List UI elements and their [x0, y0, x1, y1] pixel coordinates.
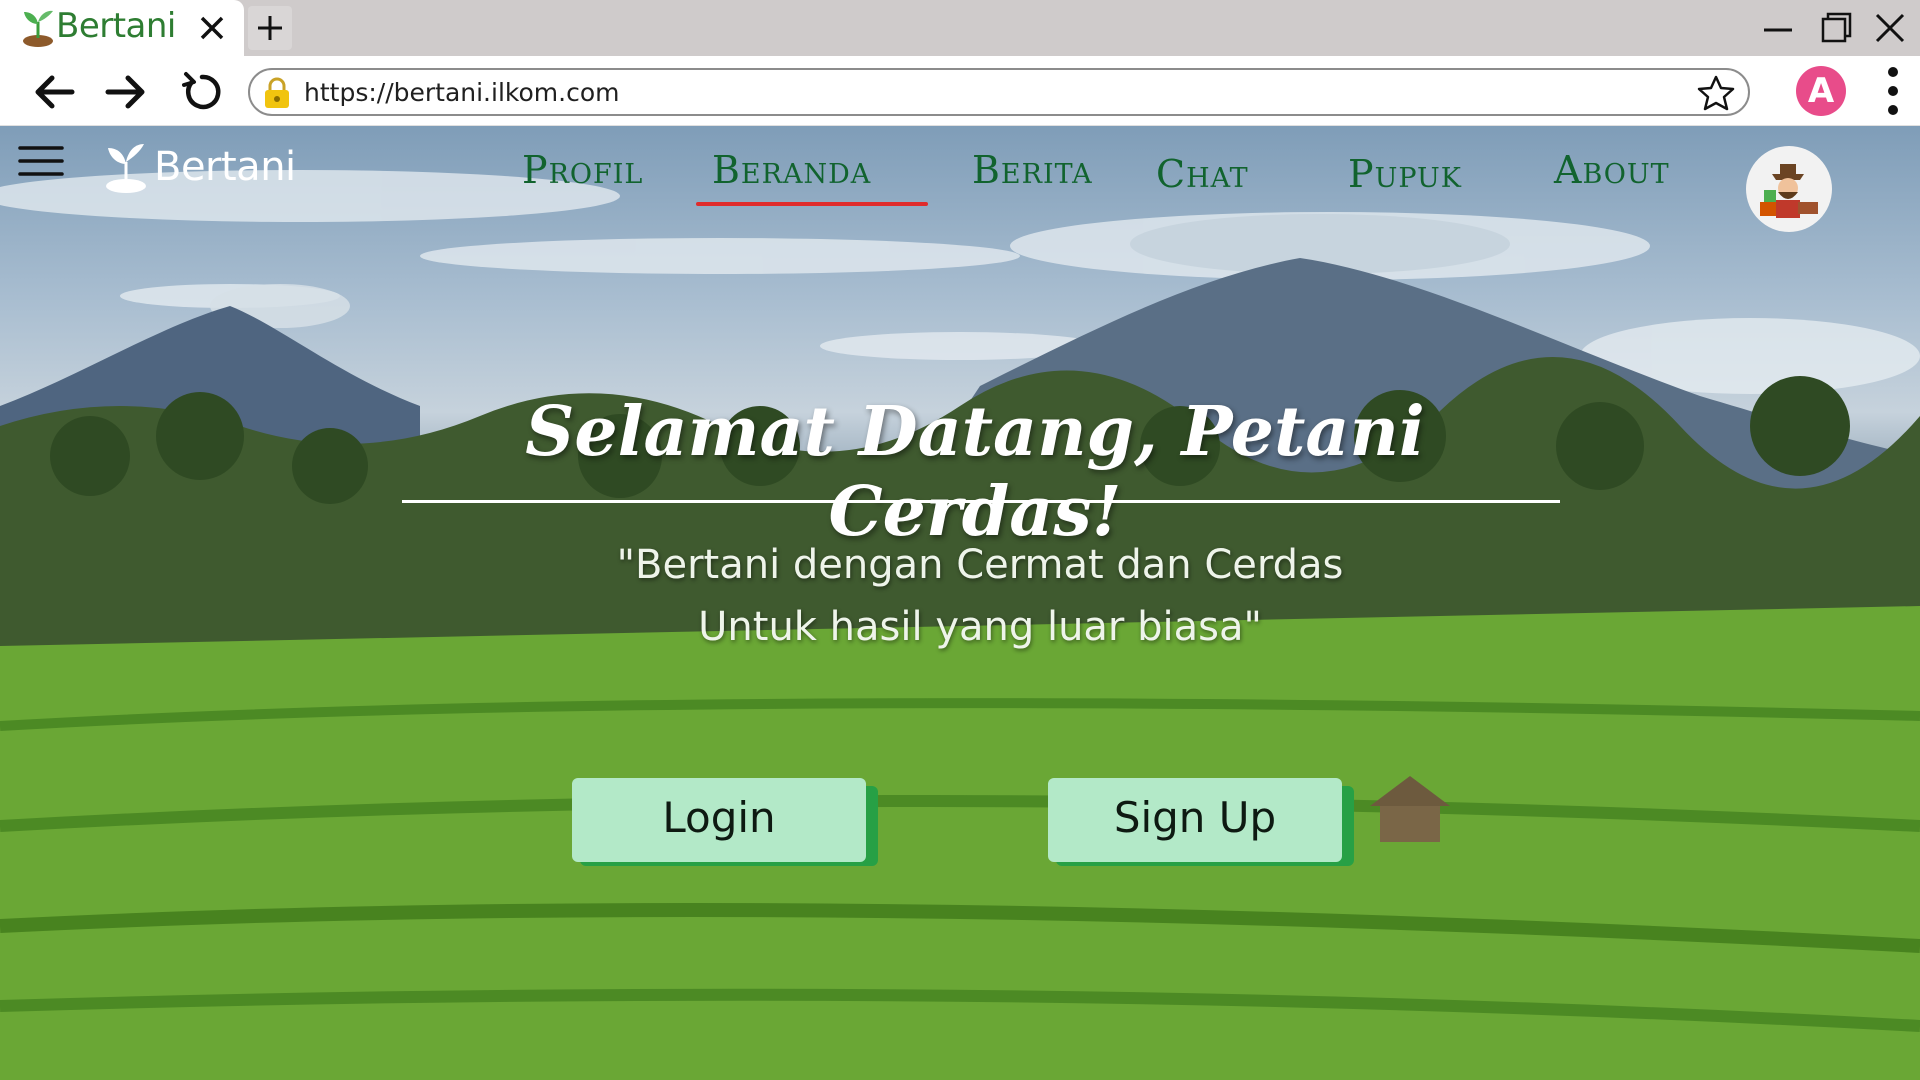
- site-logo[interactable]: Bertani: [104, 140, 314, 194]
- maximize-icon[interactable]: [1818, 10, 1854, 46]
- bookmark-star-icon[interactable]: [1696, 74, 1736, 112]
- hamburger-menu-icon[interactable]: [18, 144, 64, 178]
- nav-item-berita[interactable]: Berita: [972, 148, 1093, 192]
- address-bar[interactable]: https://bertani.ilkom.com: [248, 68, 1750, 116]
- close-tab-icon[interactable]: [196, 12, 228, 44]
- login-button[interactable]: Login: [572, 778, 878, 866]
- new-tab-icon[interactable]: [248, 6, 292, 50]
- user-avatar[interactable]: [1746, 146, 1832, 232]
- sprout-logo-icon: [106, 144, 146, 193]
- nav-item-beranda[interactable]: Beranda: [712, 148, 871, 192]
- active-nav-underline: [696, 202, 928, 206]
- url-text: https://bertani.ilkom.com: [304, 78, 620, 107]
- browser-tab[interactable]: Bertani: [0, 0, 244, 56]
- browser-menu-icon[interactable]: [1880, 64, 1906, 118]
- browser-tab-bar: Bertani: [0, 0, 1920, 56]
- hero-tagline-line2: Untuk hasil yang luar biasa": [698, 604, 1262, 650]
- close-window-icon[interactable]: [1872, 10, 1908, 46]
- page-viewport: Bertani Profil Beranda Berita Chat Pupuk…: [0, 126, 1920, 1080]
- sprout-favicon-icon: [23, 10, 53, 47]
- browser-profile-avatar[interactable]: A: [1796, 66, 1846, 116]
- signup-button-label: Sign Up: [1048, 778, 1342, 862]
- tab-title: Bertani: [56, 6, 176, 46]
- signup-button[interactable]: Sign Up: [1048, 778, 1354, 866]
- forward-arrow-icon[interactable]: [102, 68, 150, 116]
- browser-toolbar: https://bertani.ilkom.com: [0, 56, 1920, 126]
- minimize-icon[interactable]: [1760, 10, 1796, 46]
- nav-item-pupuk[interactable]: Pupuk: [1348, 152, 1462, 196]
- nav-item-profil[interactable]: Profil: [522, 148, 643, 192]
- hero-divider: [402, 500, 1560, 503]
- site-logo-text: Bertani: [154, 144, 296, 190]
- hero-tagline-line1: "Bertani dengan Cermat dan Cerdas: [616, 542, 1344, 588]
- reload-icon[interactable]: [178, 68, 226, 116]
- nav-item-chat[interactable]: Chat: [1156, 152, 1249, 196]
- farmer-avatar-icon: [1760, 164, 1818, 218]
- lock-icon: [265, 77, 289, 108]
- rice-field-landscape: [0, 170, 1920, 1080]
- nav-item-about[interactable]: About: [1554, 148, 1670, 192]
- back-arrow-icon[interactable]: [30, 68, 78, 116]
- login-button-label: Login: [572, 778, 866, 862]
- hero-title: Selamat Datang, Petani Cerdas!: [525, 392, 1425, 552]
